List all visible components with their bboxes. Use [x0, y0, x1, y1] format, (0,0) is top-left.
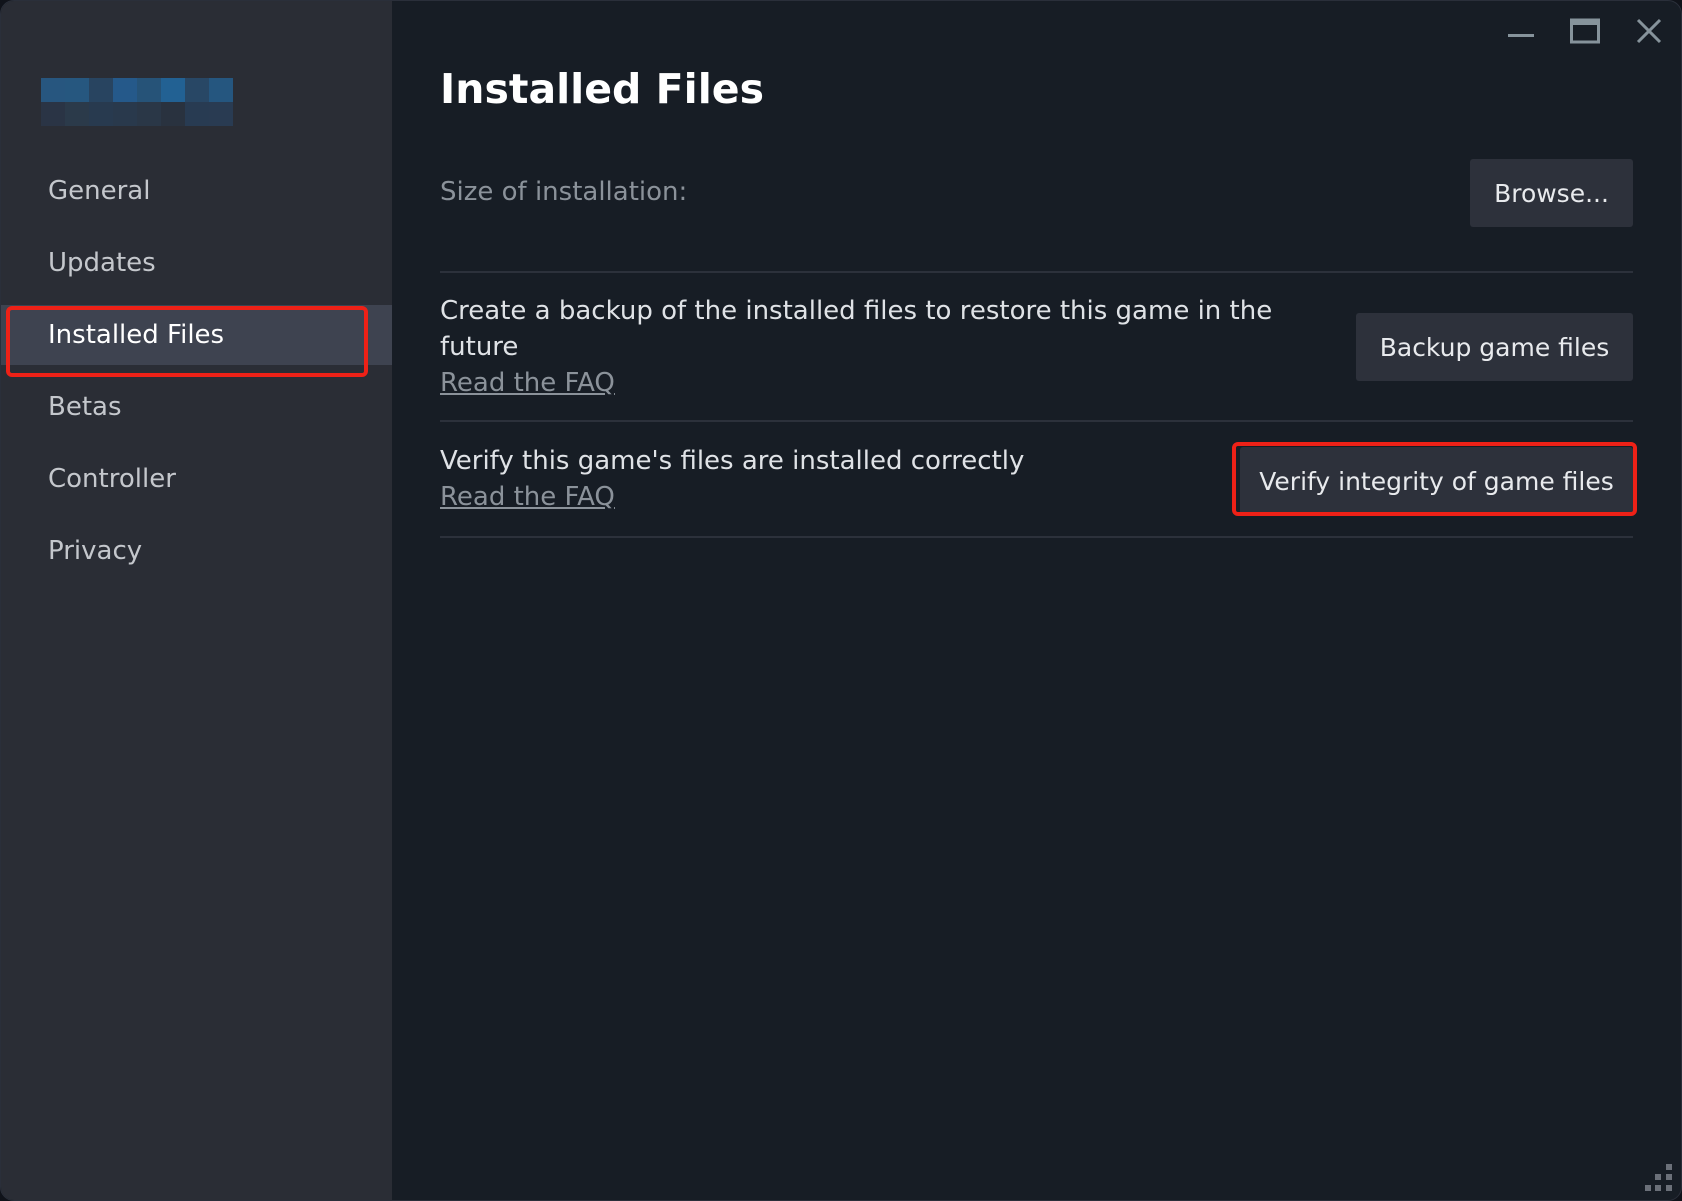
game-logo: [41, 78, 233, 126]
backup-faq-link[interactable]: Read the FAQ: [440, 365, 1281, 401]
logo-pixel: [41, 78, 65, 102]
logo-pixel: [209, 78, 233, 102]
backup-row: Create a backup of the installed files t…: [440, 293, 1281, 401]
divider: [440, 420, 1633, 422]
sidebar: General Updates Installed Files Betas Co…: [1, 1, 392, 1200]
sidebar-item-updates[interactable]: Updates: [1, 233, 392, 293]
sidebar-nav: General Updates Installed Files Betas Co…: [1, 161, 392, 593]
logo-pixel: [137, 102, 161, 126]
page-title: Installed Files: [440, 65, 764, 113]
logo-pixel: [137, 78, 161, 102]
minimize-button[interactable]: [1489, 1, 1553, 61]
close-button[interactable]: [1617, 1, 1681, 61]
close-icon: [1636, 18, 1662, 44]
backup-game-files-button[interactable]: Backup game files: [1356, 313, 1633, 381]
sidebar-item-privacy[interactable]: Privacy: [1, 521, 392, 581]
size-row: Size of installation:: [440, 177, 1633, 207]
minimize-icon: [1508, 34, 1534, 37]
verify-integrity-button[interactable]: Verify integrity of game files: [1240, 447, 1633, 515]
properties-window: General Updates Installed Files Betas Co…: [0, 0, 1682, 1201]
logo-pixel: [89, 78, 113, 102]
logo-pixel: [113, 78, 137, 102]
logo-pixel: [209, 102, 233, 126]
logo-pixel: [185, 78, 209, 102]
sidebar-item-installed-files[interactable]: Installed Files: [1, 305, 392, 365]
logo-pixel: [185, 102, 209, 126]
sidebar-item-label: Updates: [48, 248, 156, 278]
resize-grip-icon[interactable]: [1645, 1164, 1673, 1192]
verify-description: Verify this game's files are installed c…: [440, 446, 1025, 476]
logo-pixel: [41, 102, 65, 126]
verify-faq-link[interactable]: Read the FAQ: [440, 479, 1281, 515]
browse-button[interactable]: Browse...: [1470, 159, 1633, 227]
sidebar-item-label: Privacy: [48, 536, 143, 566]
window-controls: [1489, 1, 1681, 61]
maximize-icon: [1570, 18, 1600, 44]
sidebar-item-label: General: [48, 176, 151, 206]
sidebar-item-label: Betas: [48, 392, 122, 422]
sidebar-item-label: Installed Files: [48, 320, 225, 350]
main-content: Installed Files Size of installation: Br…: [392, 1, 1681, 1200]
divider: [440, 271, 1633, 273]
sidebar-item-betas[interactable]: Betas: [1, 377, 392, 437]
logo-pixel: [161, 78, 185, 102]
logo-pixel: [161, 102, 185, 126]
backup-description: Create a backup of the installed files t…: [440, 296, 1273, 362]
divider: [440, 536, 1633, 538]
sidebar-item-label: Controller: [48, 464, 176, 494]
verify-row: Verify this game's files are installed c…: [440, 443, 1281, 515]
sidebar-item-controller[interactable]: Controller: [1, 449, 392, 509]
logo-pixel: [113, 102, 137, 126]
logo-pixel: [65, 102, 89, 126]
logo-pixel: [89, 102, 113, 126]
size-label: Size of installation:: [440, 177, 688, 207]
sidebar-item-general[interactable]: General: [1, 161, 392, 221]
logo-pixel: [65, 78, 89, 102]
maximize-button[interactable]: [1553, 1, 1617, 61]
